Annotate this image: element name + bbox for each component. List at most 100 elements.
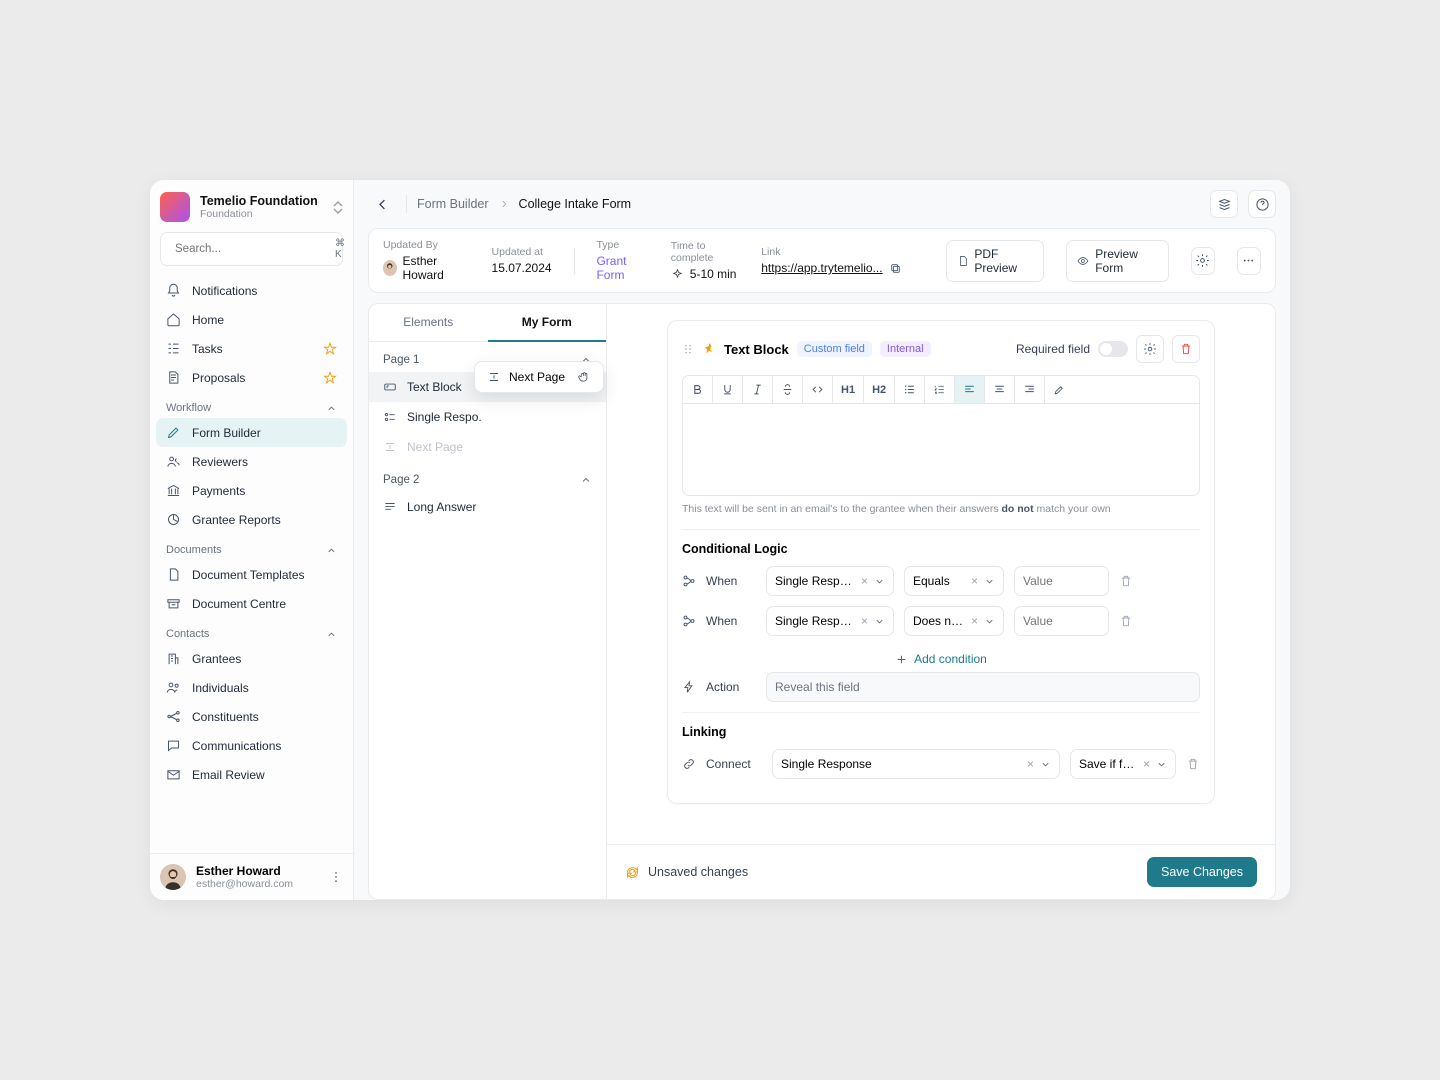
required-toggle[interactable] bbox=[1098, 341, 1128, 357]
align-center-button[interactable] bbox=[985, 376, 1015, 403]
when-operator-select-2[interactable]: Does not...× bbox=[904, 606, 1004, 636]
breadcrumb-current: College Intake Form bbox=[519, 197, 632, 211]
more-vert-icon[interactable] bbox=[329, 870, 343, 884]
mail-icon bbox=[166, 767, 182, 782]
code-button[interactable] bbox=[803, 376, 833, 403]
action-select[interactable]: Reveal this field bbox=[766, 672, 1200, 702]
chevron-down-icon[interactable] bbox=[1156, 759, 1167, 770]
section-contacts[interactable]: Contacts bbox=[156, 618, 347, 644]
copy-icon[interactable] bbox=[889, 262, 902, 275]
eye-icon bbox=[1077, 254, 1089, 268]
clear-icon[interactable]: × bbox=[1143, 757, 1150, 771]
underline-button[interactable] bbox=[713, 376, 743, 403]
bold-button[interactable] bbox=[683, 376, 713, 403]
h1-button[interactable]: H1 bbox=[833, 376, 864, 403]
save-changes-button[interactable]: Save Changes bbox=[1147, 857, 1257, 887]
sidebar-item-tasks[interactable]: Tasks bbox=[156, 334, 347, 363]
when-value-input-2[interactable] bbox=[1014, 606, 1109, 636]
delete-condition-button[interactable] bbox=[1119, 614, 1133, 628]
pdf-preview-button[interactable]: PDF Preview bbox=[946, 240, 1045, 282]
clear-icon[interactable]: × bbox=[861, 574, 868, 588]
tab-my-form[interactable]: My Form bbox=[488, 304, 607, 342]
settings-button[interactable] bbox=[1191, 247, 1215, 275]
bell-icon bbox=[166, 283, 182, 298]
clear-icon[interactable]: × bbox=[861, 614, 868, 628]
clear-icon[interactable]: × bbox=[971, 574, 978, 588]
form-link[interactable]: https://app.trytemelio... bbox=[761, 261, 882, 275]
tab-elements[interactable]: Elements bbox=[369, 304, 488, 342]
connect-field-select[interactable]: Single Response× bbox=[772, 749, 1060, 779]
connect-mode-select[interactable]: Save if fil...× bbox=[1070, 749, 1176, 779]
sidebar-item-form-builder[interactable]: Form Builder bbox=[156, 418, 347, 447]
accessibility-button[interactable] bbox=[1210, 190, 1238, 218]
when-operator-select[interactable]: Equals× bbox=[904, 566, 1004, 596]
sidebar-item-home[interactable]: Home bbox=[156, 305, 347, 334]
delete-condition-button[interactable] bbox=[1119, 574, 1133, 588]
rich-text-toolbar: H1 H2 bbox=[682, 375, 1200, 404]
sidebar-item-individuals[interactable]: Individuals bbox=[156, 673, 347, 702]
section-workflow[interactable]: Workflow bbox=[156, 392, 347, 418]
search-box[interactable]: ⌘ K bbox=[160, 232, 343, 266]
user-profile[interactable]: Esther Howard esther@howard.com bbox=[150, 853, 353, 900]
block-delete-button[interactable] bbox=[1172, 335, 1200, 363]
list-ul-button[interactable] bbox=[895, 376, 925, 403]
h2-button[interactable]: H2 bbox=[864, 376, 895, 403]
add-condition-button[interactable]: Add condition bbox=[682, 646, 1200, 672]
italic-button[interactable] bbox=[743, 376, 773, 403]
clear-icon[interactable]: × bbox=[971, 614, 978, 628]
list-ol-button[interactable] bbox=[925, 376, 955, 403]
element-single-response[interactable]: Single Respo. bbox=[369, 402, 606, 432]
more-button[interactable] bbox=[1237, 247, 1261, 275]
section-documents[interactable]: Documents bbox=[156, 534, 347, 560]
star-icon bbox=[323, 342, 337, 356]
strike-button[interactable] bbox=[773, 376, 803, 403]
sidebar-item-grantee-reports[interactable]: Grantee Reports bbox=[156, 505, 347, 534]
sync-icon bbox=[625, 865, 640, 880]
sidebar-item-communications[interactable]: Communications bbox=[156, 731, 347, 760]
sidebar-item-email-review[interactable]: Email Review bbox=[156, 760, 347, 789]
help-button[interactable] bbox=[1248, 190, 1276, 218]
when-value-input[interactable] bbox=[1014, 566, 1109, 596]
sidebar-item-constituents[interactable]: Constituents bbox=[156, 702, 347, 731]
sidebar-item-grantees[interactable]: Grantees bbox=[156, 644, 347, 673]
highlight-button[interactable] bbox=[1045, 376, 1074, 403]
page-2-header[interactable]: Page 2 bbox=[369, 462, 606, 492]
when-field-select-2[interactable]: Single Respon...× bbox=[766, 606, 894, 636]
unsaved-label: Unsaved changes bbox=[648, 865, 748, 879]
pin-icon[interactable] bbox=[702, 342, 716, 356]
bolt-icon bbox=[682, 680, 696, 694]
sidebar-item-reviewers[interactable]: Reviewers bbox=[156, 447, 347, 476]
align-right-button[interactable] bbox=[1015, 376, 1045, 403]
sidebar-item-proposals[interactable]: Proposals bbox=[156, 363, 347, 392]
search-input[interactable] bbox=[175, 243, 329, 255]
sidebar-item-payments[interactable]: Payments bbox=[156, 476, 347, 505]
breadcrumb-root[interactable]: Form Builder bbox=[417, 197, 489, 211]
text-editor[interactable] bbox=[682, 404, 1200, 496]
when-field-select[interactable]: Single Respon...× bbox=[766, 566, 894, 596]
org-switcher[interactable]: Temelio Foundation Foundation bbox=[150, 180, 353, 232]
drag-popup[interactable]: Next Page bbox=[474, 361, 604, 393]
linking-title: Linking bbox=[682, 712, 1200, 739]
preview-form-button[interactable]: Preview Form bbox=[1066, 240, 1168, 282]
block-settings-button[interactable] bbox=[1136, 335, 1164, 363]
delete-link-button[interactable] bbox=[1186, 757, 1200, 771]
people-icon bbox=[166, 680, 182, 695]
radio-icon bbox=[383, 410, 397, 424]
sidebar-item-doc-centre[interactable]: Document Centre bbox=[156, 589, 347, 618]
sidebar-item-notifications[interactable]: Notifications bbox=[156, 276, 347, 305]
chevron-down-icon[interactable] bbox=[874, 576, 885, 587]
element-long-answer[interactable]: Long Answer bbox=[369, 492, 606, 522]
align-left-button[interactable] bbox=[955, 376, 985, 403]
chevron-down-icon[interactable] bbox=[1040, 759, 1051, 770]
chevron-down-icon[interactable] bbox=[874, 616, 885, 627]
tag-internal: Internal bbox=[880, 341, 931, 357]
back-button[interactable] bbox=[368, 190, 396, 218]
file-icon bbox=[166, 370, 182, 385]
drag-handle-icon[interactable] bbox=[682, 341, 694, 357]
chevron-down-icon[interactable] bbox=[984, 616, 995, 627]
org-sub: Foundation bbox=[200, 208, 323, 220]
canvas-panel: Text Block Custom field Internal Require… bbox=[606, 303, 1276, 900]
clear-icon[interactable]: × bbox=[1027, 757, 1034, 771]
chevron-down-icon[interactable] bbox=[984, 576, 995, 587]
sidebar-item-templates[interactable]: Document Templates bbox=[156, 560, 347, 589]
